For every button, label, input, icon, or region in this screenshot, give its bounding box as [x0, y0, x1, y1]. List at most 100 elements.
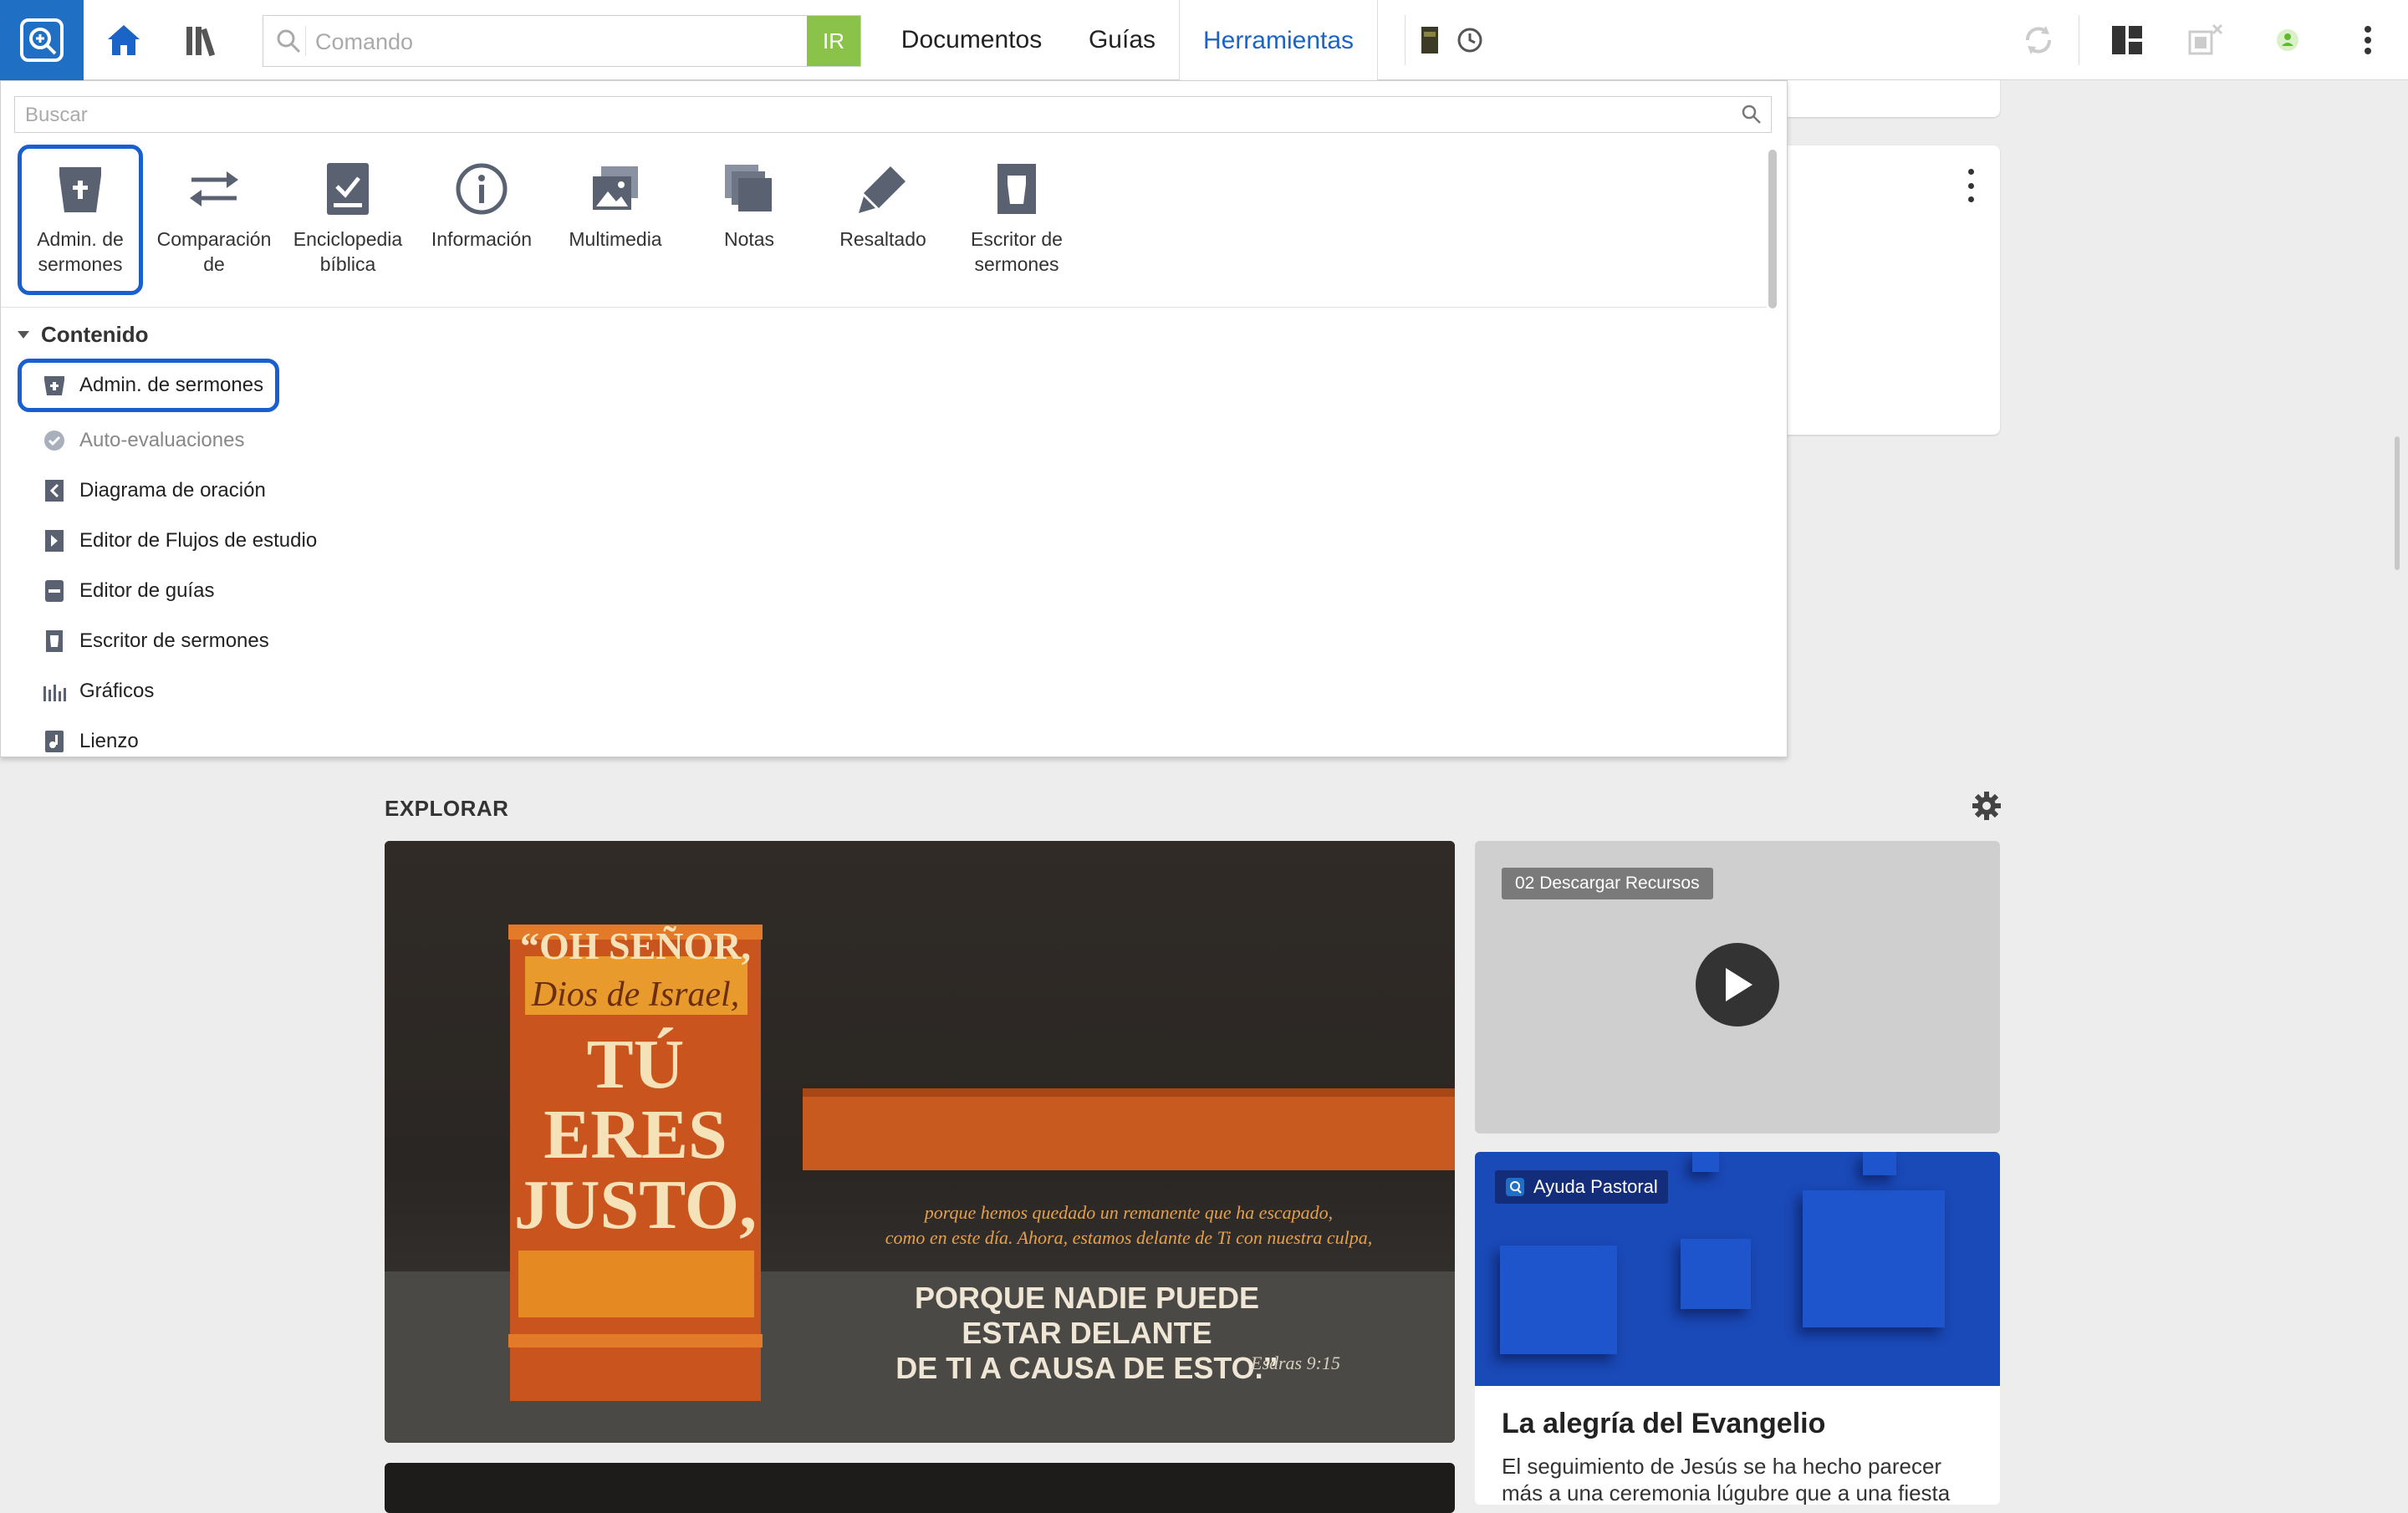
panel-divider	[1, 307, 1767, 308]
chevron-down-icon	[18, 330, 29, 339]
sermon-writer-icon	[987, 160, 1046, 218]
tool-label: Resaltado	[839, 228, 926, 250]
gear-icon[interactable]	[1970, 789, 2003, 823]
close-panels-icon[interactable]	[2186, 20, 2226, 60]
go-button[interactable]: IR	[807, 16, 860, 66]
sermon-manager-icon	[51, 160, 110, 218]
panel-search-box	[14, 96, 1772, 133]
pastoral-badge-label: Ayuda Pastoral	[1533, 1176, 1658, 1197]
book-icon[interactable]	[1410, 20, 1450, 60]
explore-hero-image[interactable]: “OH SEÑOR, Dios de Israel, TÚ ERES JUSTO…	[385, 841, 1455, 1443]
info-icon	[452, 160, 511, 218]
video-badge: 02 Descargar Recursos	[1502, 868, 1713, 899]
tool-label: Información	[431, 228, 533, 250]
more-menu-icon[interactable]	[2348, 20, 2388, 60]
command-input[interactable]	[314, 23, 735, 61]
play-icon[interactable]	[1696, 943, 1779, 1026]
self-assessment-icon	[29, 424, 79, 457]
tool-label: Notas	[723, 228, 775, 250]
video-card[interactable]: 02 Descargar Recursos	[1475, 841, 2000, 1133]
tool-multimedia[interactable]: Multimedia	[553, 145, 678, 295]
pastoral-description: El seguimiento de Jesús se ha hecho pare…	[1502, 1454, 1951, 1505]
app-logo-icon[interactable]	[0, 0, 84, 80]
home-icon[interactable]	[84, 0, 164, 80]
list-item-label: Escritor de sermones	[79, 629, 269, 652]
explore-title: EXPLORAR	[385, 796, 509, 821]
list-item-guide-editor[interactable]: Editor de guías	[18, 566, 214, 616]
hero-line-1: “OH SEÑOR,	[519, 925, 752, 967]
tool-highlighter[interactable]: Resaltado	[820, 145, 946, 295]
list-item-graphics[interactable]: Gráficos	[18, 666, 154, 716]
history-icon[interactable]	[1450, 20, 1490, 60]
highlighter-icon	[854, 160, 912, 218]
tool-sermon-manager[interactable]: Admin. de sermones	[18, 145, 143, 295]
list-item-label: Admin. de sermones	[79, 374, 264, 396]
card-more-icon[interactable]	[1958, 169, 1983, 202]
list-item-label: Editor de guías	[79, 579, 215, 602]
tool-encyclopedia[interactable]: Enciclopedia bíblica	[285, 145, 411, 295]
list-item-sentence-diagram[interactable]: Diagrama de oración	[18, 466, 266, 516]
tool-sermon-writer[interactable]: Escritor de sermones	[954, 145, 1079, 295]
hero-small-2: como en este día. Ahora, estamos delante…	[885, 1227, 1373, 1248]
list-item-label: Auto-evaluaciones	[79, 429, 245, 451]
hero-small-1: porque hemos quedado un remanente que ha…	[924, 1202, 1334, 1223]
multimedia-icon	[586, 160, 645, 218]
tool-comparison[interactable]: Comparación de	[151, 145, 277, 295]
section-title: Contenido	[41, 322, 149, 347]
pastoral-badge: Ayuda Pastoral	[1495, 1170, 1668, 1204]
list-item-sermon-writer[interactable]: Escritor de sermones	[18, 616, 269, 666]
list-item-canvas[interactable]: Lienzo	[18, 716, 139, 767]
tool-notes[interactable]: Notas	[686, 145, 812, 295]
tab-guias[interactable]: Guías	[1075, 0, 1169, 80]
sermon-manager-icon	[29, 369, 79, 402]
app-logo-small-icon	[1506, 1178, 1524, 1196]
hero-line-2: Dios de Israel,	[531, 976, 740, 1014]
panel-search-input[interactable]	[23, 100, 1699, 130]
list-item-sermon-manager[interactable]: Admin. de sermones	[18, 359, 280, 412]
tool-information[interactable]: Información	[419, 145, 544, 295]
search-icon	[272, 26, 306, 56]
guide-editor-icon	[29, 574, 79, 608]
hero-reference: Esdras 9:15	[1251, 1353, 1340, 1373]
list-item-label: Editor de Flujos de estudio	[79, 529, 318, 552]
hero-line-5: JUSTO,	[513, 1166, 758, 1244]
pastoral-title[interactable]: La alegría del Evangelio	[1502, 1408, 1825, 1440]
sermon-writer-icon	[29, 624, 79, 658]
layout-icon[interactable]	[2107, 20, 2147, 60]
tab-documentos[interactable]: Documentos	[883, 0, 1060, 80]
hero-big-1: PORQUE NADIE PUEDE	[914, 1281, 1260, 1315]
sentence-diagram-icon	[29, 474, 79, 507]
hero-big-2: ESTAR DELANTE	[962, 1316, 1212, 1350]
explore-second-card[interactable]	[385, 1463, 1455, 1513]
section-header-contenido[interactable]: Contenido	[18, 322, 149, 348]
tool-label: Enciclopedia bíblica	[293, 228, 403, 275]
list-item-label: Lienzo	[79, 730, 139, 752]
search-icon[interactable]	[1741, 104, 1764, 127]
graphics-icon	[29, 675, 79, 708]
compare-arrows-icon	[185, 160, 243, 218]
user-status-icon[interactable]	[2268, 20, 2308, 60]
list-item-label: Gráficos	[79, 680, 155, 702]
tool-label: Comparación de	[156, 228, 272, 275]
hero-line-3: TÚ	[586, 1026, 685, 1103]
pastoral-card[interactable]: Ayuda Pastoral La alegría del Evangelio …	[1475, 1152, 2000, 1505]
command-box: IR	[263, 15, 861, 67]
encyclopedia-icon	[319, 160, 377, 218]
hero-line-4: ERES	[543, 1096, 727, 1174]
background-card-top	[1773, 80, 2000, 117]
tool-label: Escritor de sermones	[971, 228, 1063, 275]
tab-herramientas[interactable]: Herramientas	[1179, 0, 1378, 81]
pastoral-image: Ayuda Pastoral	[1475, 1152, 2000, 1386]
sync-icon[interactable]	[2018, 20, 2059, 60]
panel-scrollbar[interactable]	[1768, 150, 1777, 308]
list-item-self-assessment[interactable]: Auto-evaluaciones	[18, 415, 244, 466]
tool-label: Multimedia	[569, 228, 662, 250]
study-flow-icon	[29, 524, 79, 558]
background-card	[1773, 145, 2000, 435]
tool-label: Admin. de sermones	[37, 228, 124, 275]
library-icon[interactable]	[164, 0, 244, 80]
page-scrollbar[interactable]	[2395, 436, 2400, 570]
canvas-icon	[29, 725, 79, 758]
list-item-study-flow[interactable]: Editor de Flujos de estudio	[18, 516, 317, 566]
notes-icon	[720, 160, 778, 218]
